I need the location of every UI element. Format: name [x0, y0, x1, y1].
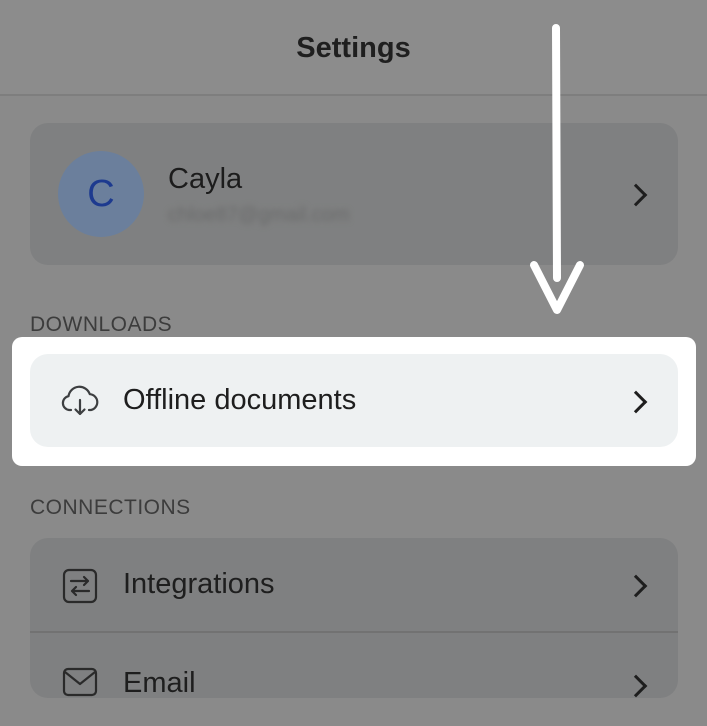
settings-header: Settings	[0, 0, 707, 96]
chevron-right-icon	[624, 183, 648, 207]
integrations-label: Integrations	[123, 568, 275, 600]
section-label-downloads: DOWNLOADS	[30, 313, 173, 336]
page-title: Settings	[296, 32, 411, 64]
avatar-initial: C	[87, 172, 115, 215]
offline-documents-label: Offline documents	[123, 384, 357, 416]
section-label-connections: CONNECTIONS	[30, 496, 191, 519]
highlight-frame: Offline documents	[12, 337, 696, 466]
avatar: C	[58, 151, 144, 237]
connections-card: Integrations Email	[30, 538, 678, 699]
arrow-down-icon	[530, 24, 584, 314]
chevron-right-icon	[624, 390, 648, 414]
email-item[interactable]: Email	[30, 633, 678, 726]
mail-icon	[62, 667, 98, 697]
cloud-download-icon	[61, 385, 99, 416]
profile-email: chloe87@gmail.com	[168, 204, 350, 226]
offline-documents-item[interactable]: Offline documents	[30, 354, 678, 447]
profile-name: Cayla	[168, 163, 243, 195]
integrations-icon	[62, 568, 98, 604]
integrations-item[interactable]: Integrations	[30, 538, 678, 631]
chevron-right-icon	[624, 674, 648, 698]
chevron-right-icon	[624, 574, 648, 598]
